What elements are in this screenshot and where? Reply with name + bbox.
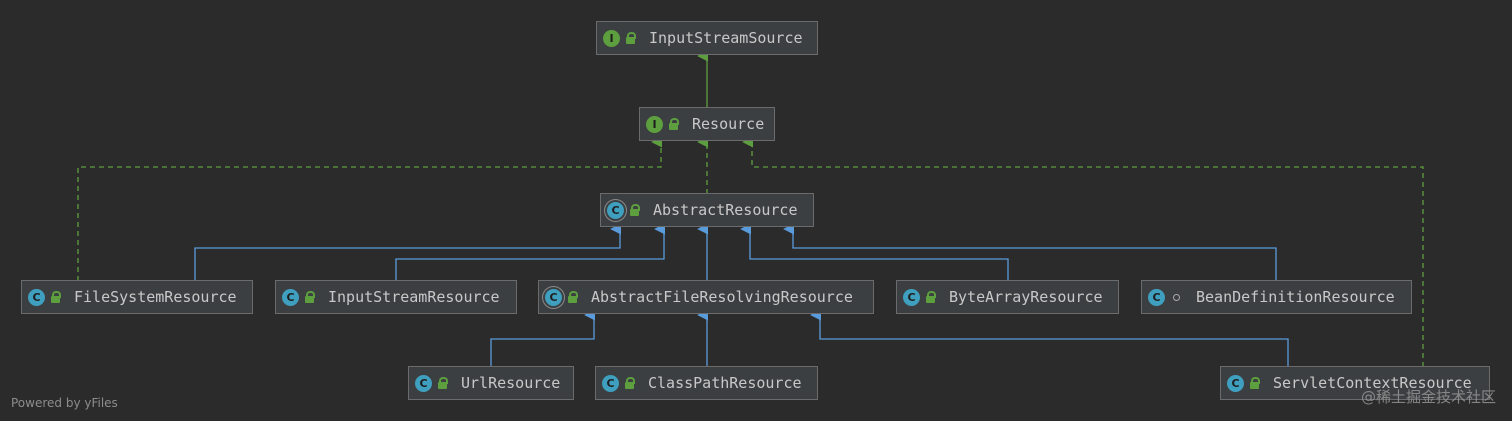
class-icon: C xyxy=(1227,374,1244,392)
class-icon: C xyxy=(282,288,299,306)
node-inputstreamsource[interactable]: I InputStreamSource xyxy=(596,21,818,55)
public-lock-icon xyxy=(305,291,315,303)
watermark: @稀土掘金技术社区 xyxy=(1360,388,1496,406)
edge-beandefinitionresource-abstractresource xyxy=(783,223,1277,281)
public-lock-icon xyxy=(1250,377,1260,389)
public-lock-icon xyxy=(630,204,640,216)
node-abstractresource[interactable]: C AbstractResource xyxy=(600,193,814,227)
abstract-class-icon: C xyxy=(607,201,624,219)
edge-filesystemresource-resource xyxy=(77,136,663,281)
abstract-class-icon: C xyxy=(545,288,562,306)
edge-inputstreamresource-abstractresource xyxy=(395,223,666,281)
node-label: AbstractResource xyxy=(653,201,798,219)
node-label: FileSystemResource xyxy=(74,288,237,306)
node-resource[interactable]: I Resource xyxy=(639,107,775,141)
edge-servletcontextresource-abstractfileresolving xyxy=(810,309,1289,367)
edge-urlresource-abstractfileresolving xyxy=(490,309,596,367)
node-label: ByteArrayResource xyxy=(949,288,1103,306)
class-icon: C xyxy=(28,288,45,306)
interface-icon: I xyxy=(603,29,620,47)
node-label: AbstractFileResolvingResource xyxy=(591,288,853,306)
class-icon: C xyxy=(602,374,619,392)
public-lock-icon xyxy=(669,118,679,130)
class-icon: C xyxy=(1148,288,1165,306)
interface-icon: I xyxy=(646,115,663,133)
powered-by-footer: Powered by yFiles xyxy=(11,396,118,410)
public-lock-icon xyxy=(51,291,61,303)
package-private-icon xyxy=(1173,293,1180,301)
class-icon: C xyxy=(415,374,432,392)
node-label: BeanDefinitionResource xyxy=(1196,288,1395,306)
node-label: ClassPathResource xyxy=(648,374,802,392)
edge-filesystemresource-abstractresource xyxy=(194,223,622,281)
node-bytearrayresource[interactable]: C ByteArrayResource xyxy=(896,280,1119,314)
node-label: UrlResource xyxy=(461,374,561,392)
edge-bytearrayresource-abstractresource xyxy=(740,223,1009,281)
public-lock-icon xyxy=(926,291,936,303)
public-lock-icon xyxy=(438,377,448,389)
node-inputstreamresource[interactable]: C InputStreamResource xyxy=(275,280,517,314)
class-icon: C xyxy=(903,288,920,306)
node-beandefinitionresource[interactable]: C BeanDefinitionResource xyxy=(1141,280,1412,314)
node-urlresource[interactable]: C UrlResource xyxy=(408,366,574,400)
public-lock-icon xyxy=(625,377,635,389)
node-label: InputStreamSource xyxy=(649,29,803,47)
edge-servletcontextresource-resource xyxy=(742,136,1424,367)
node-label: Resource xyxy=(692,115,765,133)
public-lock-icon xyxy=(568,291,578,303)
node-label: InputStreamResource xyxy=(328,288,500,306)
node-abstractfileresolvingresource[interactable]: C AbstractFileResolvingResource xyxy=(538,280,874,314)
public-lock-icon xyxy=(626,32,636,44)
node-classpathresource[interactable]: C ClassPathResource xyxy=(595,366,818,400)
node-filesystemresource[interactable]: C FileSystemResource xyxy=(21,280,253,314)
